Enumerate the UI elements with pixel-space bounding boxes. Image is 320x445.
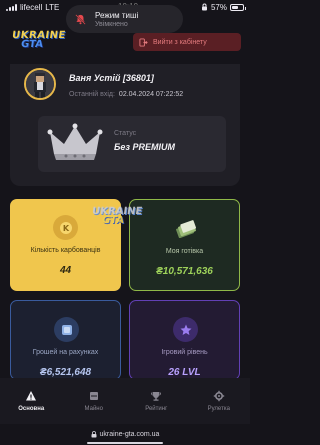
warning-icon <box>26 391 37 401</box>
player-avatar-icon <box>26 70 54 98</box>
last-login-value: 02.04.2024 07:22:52 <box>118 91 184 98</box>
coins-label: Кількість карбованців <box>30 247 101 254</box>
nav-item-rating[interactable]: Рейтинг <box>125 378 188 424</box>
level-card: Ігровий рівень 26 LVL <box>129 300 240 380</box>
avatar[interactable] <box>24 68 56 100</box>
bank-value: ₴6,521,648 <box>39 367 92 378</box>
site-logo[interactable]: UKRAINE GTA <box>11 30 66 52</box>
username: Ваня Устій [36801] <box>69 73 154 83</box>
bottom-nav: Основна Майно Рейтинг Рулетка <box>0 378 250 424</box>
nav-item-roulette[interactable]: Рулетка <box>188 378 251 424</box>
nav-item-property[interactable]: Майно <box>63 378 126 424</box>
toast-title: Режим тиші <box>95 10 139 20</box>
bank-icon <box>54 317 79 342</box>
level-value: 26 LVL <box>168 367 201 378</box>
box-icon <box>89 392 98 400</box>
url-text: ukraine-gta.com.ua <box>99 431 160 438</box>
logout-button[interactable]: Вийти з кабінету <box>133 33 241 51</box>
banknotes-icon <box>173 216 198 241</box>
svg-text:K: K <box>62 224 69 233</box>
logout-label: Вийти з кабінету <box>153 38 207 46</box>
exit-icon <box>139 37 148 47</box>
network-type: LTE <box>45 2 60 12</box>
lock-rotation-icon <box>201 3 207 11</box>
toast-subtitle: Увімкнено <box>95 20 128 28</box>
status-box: Статус Без PREMIUM <box>38 116 226 172</box>
coin-icon: K <box>53 215 78 240</box>
level-label: Ігровий рівень <box>161 349 208 356</box>
trophy-icon <box>151 392 162 401</box>
signal-icon <box>6 3 17 11</box>
lock-icon <box>91 431 97 438</box>
battery-icon <box>230 3 246 11</box>
silent-mode-toast: Режим тиші Увімкнено <box>66 5 183 33</box>
status-label: Статус <box>114 130 137 137</box>
bank-label: Грошей на рахунках <box>32 349 99 356</box>
profile-card: Ваня Устій [36801] Останній вхід: 02.04.2… <box>10 64 240 186</box>
gear-icon <box>213 390 224 402</box>
last-login: Останній вхід: 02.04.2024 07:22:52 <box>69 91 184 98</box>
battery-percent: 57% <box>210 2 227 12</box>
cash-value: ₴10,571,636 <box>156 266 213 277</box>
carrier-name: lifecell <box>20 2 43 12</box>
watermark-logo: UKRAINE GTA <box>91 206 144 226</box>
status-value: Без PREMIUM <box>114 142 175 152</box>
crown-icon <box>47 123 103 160</box>
home-indicator[interactable] <box>87 442 163 444</box>
bank-card: Грошей на рахунках ₴6,521,648 <box>10 300 121 380</box>
coins-value: 44 <box>59 265 72 276</box>
star-icon <box>173 317 198 342</box>
cash-label: Моя готівка <box>165 248 204 255</box>
bell-muted-icon <box>75 13 86 25</box>
nav-item-main[interactable]: Основна <box>0 378 63 424</box>
